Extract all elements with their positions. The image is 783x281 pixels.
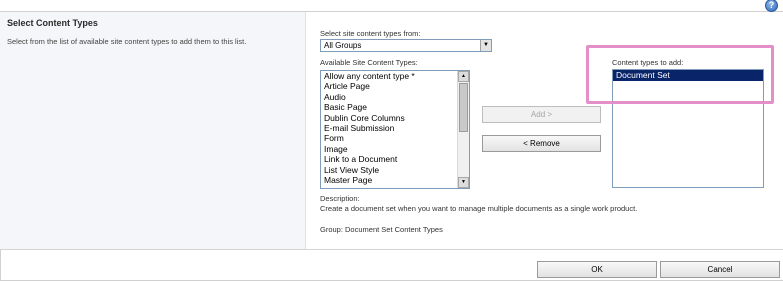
list-item[interactable]: E-mail Submission xyxy=(321,123,469,133)
scroll-up-icon[interactable]: ▲ xyxy=(458,71,469,82)
list-item[interactable]: List View Style xyxy=(321,165,469,175)
left-panel xyxy=(0,12,306,249)
footer-divider xyxy=(0,249,783,250)
section-title: Select Content Types xyxy=(7,18,98,28)
content-types-to-add-list[interactable]: Document Set xyxy=(612,69,764,188)
list-item[interactable]: Image xyxy=(321,144,469,154)
list-item[interactable]: Document Set xyxy=(613,70,763,81)
select-from-label: Select site content types from: xyxy=(320,29,421,38)
description-label: Description: xyxy=(320,194,360,203)
scrollbar-thumb[interactable] xyxy=(459,83,468,132)
cancel-button[interactable]: Cancel xyxy=(660,261,780,278)
list-item[interactable]: Master Page xyxy=(321,175,469,185)
list-item[interactable]: Audio xyxy=(321,92,469,102)
scrollbar[interactable]: ▲ ▼ xyxy=(457,71,469,188)
available-label: Available Site Content Types: xyxy=(320,58,418,67)
list-item[interactable]: Link to a Document xyxy=(321,154,469,164)
to-add-label: Content types to add: xyxy=(612,58,684,67)
add-button[interactable]: Add > xyxy=(482,106,601,123)
list-item[interactable]: Dublin Core Columns xyxy=(321,113,469,123)
group-select-value: All Groups xyxy=(324,41,362,50)
scroll-down-icon[interactable]: ▼ xyxy=(458,177,469,188)
group-text: Group: Document Set Content Types xyxy=(320,225,443,234)
section-description: Select from the list of available site c… xyxy=(7,37,247,46)
list-item[interactable]: Article Page xyxy=(321,81,469,91)
ok-button[interactable]: OK xyxy=(537,261,657,278)
list-item[interactable]: Form xyxy=(321,133,469,143)
chevron-down-icon[interactable]: ▼ xyxy=(480,40,491,51)
remove-button[interactable]: < Remove xyxy=(482,135,601,152)
list-item[interactable]: Basic Page xyxy=(321,102,469,112)
group-select[interactable]: All Groups ▼ xyxy=(320,39,492,52)
list-item[interactable]: Allow any content type * xyxy=(321,71,469,81)
description-text: Create a document set when you want to m… xyxy=(320,204,638,213)
available-content-types-list[interactable]: Allow any content type * Article Page Au… xyxy=(320,70,470,189)
